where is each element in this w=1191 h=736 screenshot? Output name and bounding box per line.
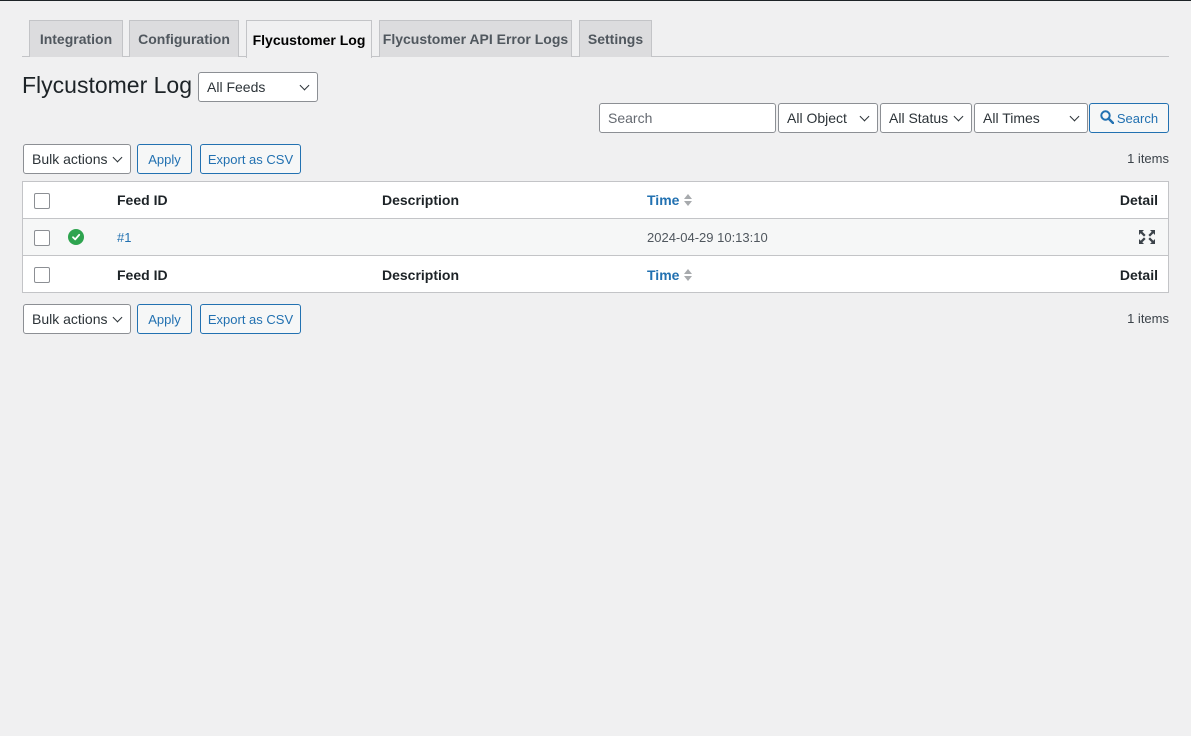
column-header-time[interactable]: Time: [647, 182, 693, 218]
log-table: Feed ID Description Time Detail #1 2024-…: [22, 181, 1169, 293]
column-footer-time[interactable]: Time: [647, 256, 693, 293]
export-csv-button-top[interactable]: Export as CSV: [200, 144, 301, 174]
bulk-actions-label: Bulk actions: [32, 151, 108, 167]
tab-configuration[interactable]: Configuration: [129, 20, 239, 57]
time-cell: 2024-04-29 10:13:10: [647, 229, 768, 245]
search-button[interactable]: Search: [1089, 103, 1169, 133]
apply-button-bottom[interactable]: Apply: [137, 304, 192, 334]
chevron-down-icon: [859, 111, 870, 122]
search-icon: [1100, 109, 1115, 127]
feed-id-cell: #1: [117, 219, 131, 255]
table-header-row: Feed ID Description Time Detail: [23, 182, 1168, 219]
table-row: #1 2024-04-29 10:13:10: [23, 219, 1168, 256]
times-filter-select[interactable]: All Times: [974, 103, 1088, 133]
page-title: Flycustomer Log: [22, 72, 193, 98]
select-all-checkbox-footer[interactable]: [34, 267, 50, 283]
items-count-bottom: 1 items: [1127, 311, 1169, 326]
search-button-label: Search: [1116, 110, 1159, 126]
search-input[interactable]: [599, 103, 776, 133]
tab-settings[interactable]: Settings: [579, 20, 652, 57]
column-footer-feed-id: Feed ID: [117, 266, 168, 283]
bulk-actions-label: Bulk actions: [32, 311, 108, 327]
time-footer-label: Time: [647, 266, 680, 283]
success-check-icon: [68, 229, 84, 245]
chevron-down-icon: [953, 111, 964, 122]
table-footer-row: Feed ID Description Time Detail: [23, 256, 1168, 293]
sort-icon: [684, 194, 693, 206]
column-header-detail: Detail: [1119, 192, 1158, 208]
time-header-label: Time: [647, 192, 680, 208]
export-csv-button-bottom[interactable]: Export as CSV: [200, 304, 301, 334]
column-footer-detail: Detail: [1119, 266, 1158, 283]
expand-detail-icon[interactable]: [1138, 219, 1156, 255]
status-cell: [68, 219, 84, 255]
chevron-down-icon: [299, 80, 310, 91]
column-footer-description: Description: [382, 266, 460, 283]
row-checkbox[interactable]: [34, 230, 50, 246]
status-filter-value: All Status: [889, 110, 949, 126]
tab-integration[interactable]: Integration: [29, 20, 123, 57]
object-filter-value: All Object: [787, 110, 847, 126]
tab-flycustomer-log[interactable]: Flycustomer Log: [246, 20, 372, 58]
status-filter-select[interactable]: All Status: [880, 103, 972, 133]
tab-flycustomer-api-error-logs[interactable]: Flycustomer API Error Logs: [379, 20, 572, 57]
apply-button-top[interactable]: Apply: [137, 144, 192, 174]
times-filter-value: All Times: [983, 110, 1040, 126]
sort-icon: [684, 268, 693, 281]
feed-id-link[interactable]: #1: [117, 230, 131, 245]
tab-bar: Integration Configuration Flycustomer Lo…: [22, 20, 1169, 58]
select-all-checkbox[interactable]: [34, 193, 50, 209]
column-header-description: Description: [382, 192, 460, 208]
bulk-actions-select-top[interactable]: Bulk actions: [23, 144, 131, 174]
chevron-down-icon: [1069, 111, 1080, 122]
feed-filter-select[interactable]: All Feeds: [198, 72, 318, 102]
items-count-top: 1 items: [1127, 151, 1169, 166]
bulk-actions-select-bottom[interactable]: Bulk actions: [23, 304, 131, 334]
object-filter-select[interactable]: All Object: [778, 103, 878, 133]
column-header-feed-id: Feed ID: [117, 192, 168, 208]
chevron-down-icon: [112, 152, 123, 163]
feed-filter-value: All Feeds: [207, 79, 266, 95]
chevron-down-icon: [112, 312, 123, 323]
